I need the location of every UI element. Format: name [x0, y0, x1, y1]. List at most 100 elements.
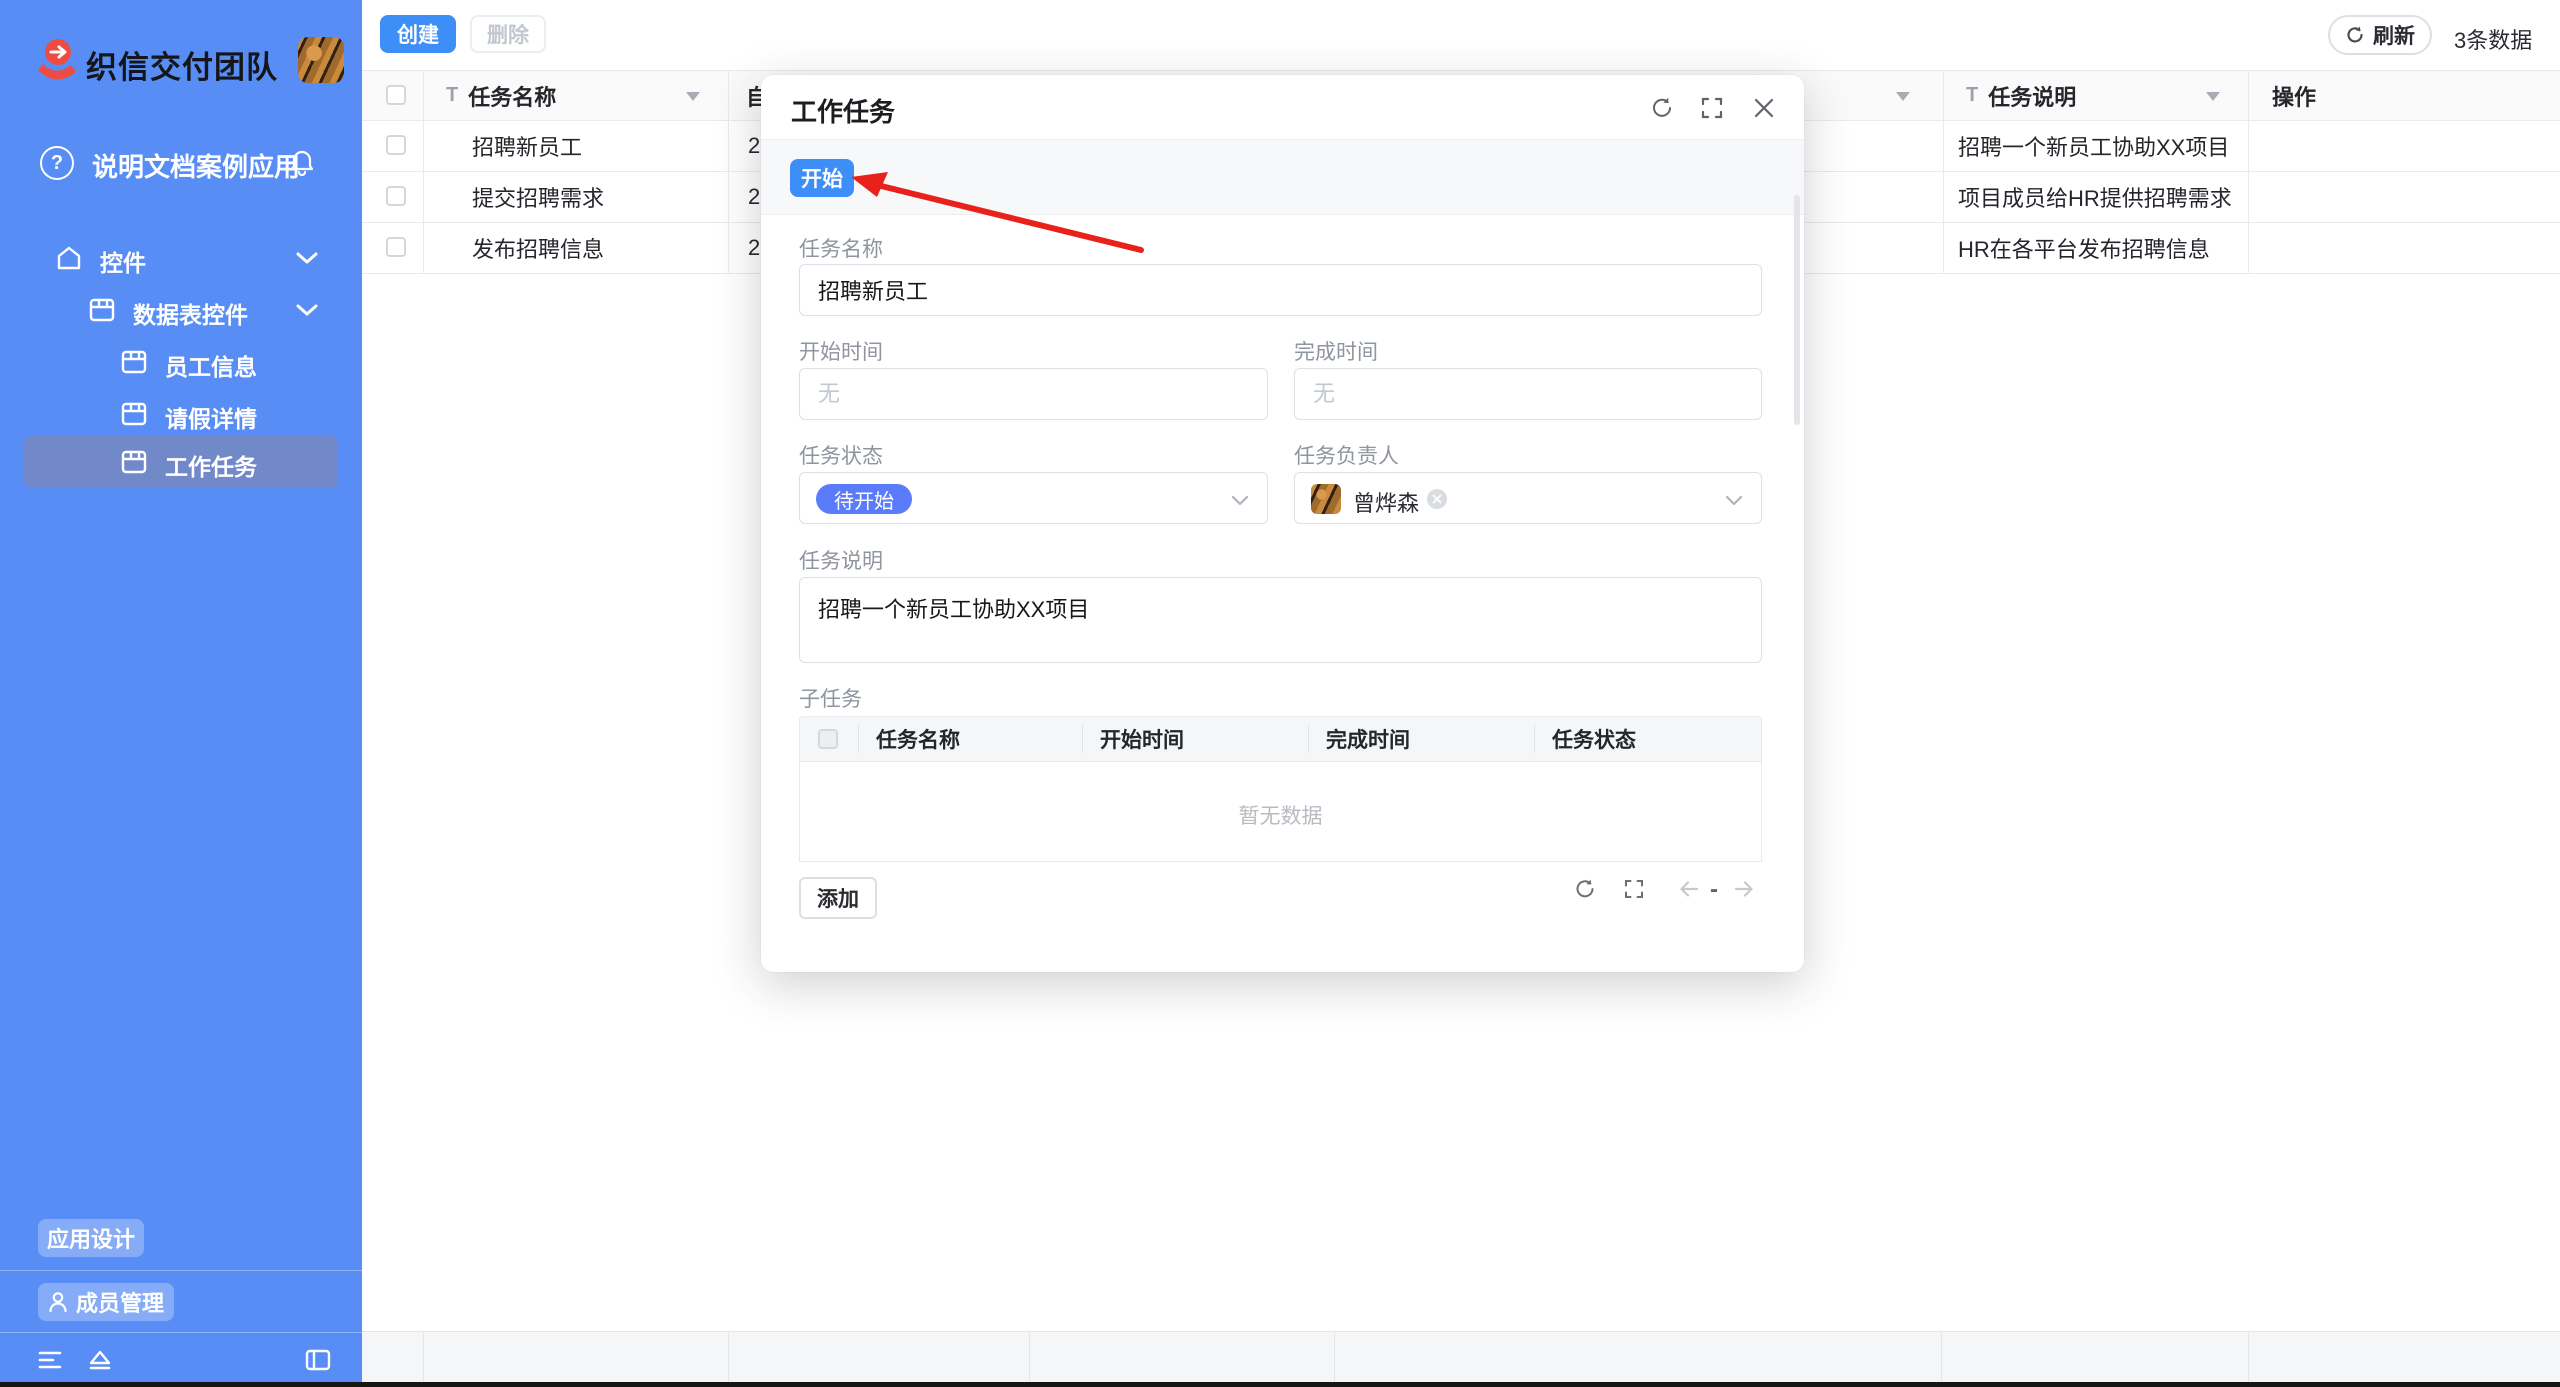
- refresh-icon[interactable]: [1573, 877, 1597, 901]
- modal-header: 工作任务: [761, 75, 1804, 140]
- help-icon: ?: [40, 146, 74, 180]
- modal-scrollbar[interactable]: [1794, 195, 1800, 425]
- description-textarea[interactable]: 招聘一个新员工协助XX项目: [799, 577, 1762, 663]
- add-label: 添加: [817, 883, 859, 913]
- refresh-icon: [2345, 25, 2365, 45]
- modal-toolbar: 开始: [761, 140, 1804, 215]
- column-header-actions: 操作: [2272, 71, 2316, 120]
- subtask-select-all-checkbox[interactable]: [818, 729, 838, 749]
- cell-hidden-fragment: 2: [748, 223, 760, 273]
- refresh-button[interactable]: 刷新: [2328, 15, 2432, 55]
- table-icon: [120, 349, 148, 375]
- column-header-description[interactable]: T 任务说明: [1966, 71, 2076, 120]
- next-page-icon[interactable]: [1732, 877, 1756, 901]
- column-menu-icon[interactable]: [2206, 92, 2220, 101]
- status-label: 任务状态: [799, 440, 883, 470]
- divider: [728, 71, 729, 120]
- member-management-label: 成员管理: [76, 1286, 164, 1318]
- owner-avatar: [1311, 484, 1341, 514]
- subtask-column-finish: 完成时间: [1326, 717, 1410, 761]
- column-label: 操作: [2272, 80, 2316, 112]
- sidebar-item-employee-info[interactable]: 员工信息: [0, 336, 362, 388]
- menu-icon[interactable]: [36, 1348, 64, 1372]
- subtasks-label: 子任务: [799, 683, 862, 713]
- owner-label: 任务负责人: [1294, 440, 1399, 470]
- fullscreen-icon[interactable]: [1622, 877, 1646, 901]
- cell-description: 项目成员给HR提供招聘需求: [1958, 172, 2232, 222]
- create-button[interactable]: 创建: [380, 15, 456, 53]
- divider: [1943, 71, 1944, 120]
- delete-label: 删除: [487, 19, 529, 49]
- table-icon: [120, 401, 148, 427]
- sidebar-item-label: 控件: [100, 244, 146, 278]
- member-management-button[interactable]: 成员管理: [38, 1283, 174, 1321]
- chevron-down-icon: [1231, 495, 1249, 506]
- delete-button[interactable]: 删除: [470, 15, 546, 53]
- table-icon: [120, 449, 148, 475]
- row-checkbox[interactable]: [386, 135, 406, 155]
- start-button[interactable]: 开始: [790, 159, 854, 197]
- finish-time-input[interactable]: [1294, 368, 1762, 420]
- app-title-row[interactable]: ? 说明文档案例应用: [40, 140, 340, 186]
- work-task-modal: 工作任务 开始 任务名称 开始时间 完成时间: [761, 75, 1804, 972]
- cell-task-name: 发布招聘信息: [472, 223, 604, 273]
- subtask-column-name: 任务名称: [876, 717, 960, 761]
- text-type-icon: T: [446, 84, 458, 107]
- notifications-icon[interactable]: [288, 148, 316, 176]
- row-checkbox[interactable]: [386, 186, 406, 206]
- owner-select[interactable]: 曾烨森: [1294, 472, 1762, 524]
- eject-icon[interactable]: [86, 1348, 114, 1372]
- remove-owner-icon[interactable]: [1427, 489, 1447, 509]
- app-design-button[interactable]: 应用设计: [38, 1219, 144, 1257]
- column-label: 任务说明: [1988, 80, 2076, 112]
- page-indicator: -: [1710, 876, 1718, 904]
- task-name-input[interactable]: [799, 264, 1762, 316]
- record-count: 3条数据: [2454, 23, 2532, 55]
- refresh-icon[interactable]: [1649, 95, 1675, 121]
- sidebar-item-work-tasks-active[interactable]: 工作任务: [24, 436, 338, 488]
- subtask-table-body: 暂无数据: [799, 762, 1762, 862]
- refresh-label: 刷新: [2373, 20, 2415, 50]
- owner-name: 曾烨森: [1353, 486, 1419, 518]
- chevron-down-icon: [1725, 495, 1743, 506]
- table-icon: [88, 297, 116, 323]
- user-avatar[interactable]: [298, 37, 344, 83]
- column-header-task-name[interactable]: T 任务名称: [446, 71, 556, 120]
- sidebar-item-label: 请假详情: [165, 400, 257, 434]
- prev-page-icon[interactable]: [1677, 877, 1701, 901]
- team-name: 织信交付团队: [86, 42, 278, 87]
- chevron-down-icon: [296, 252, 318, 265]
- sidebar: 织信交付团队 ? 说明文档案例应用 控件: [0, 0, 362, 1387]
- cell-description: 招聘一个新员工协助XX项目: [1958, 121, 2229, 171]
- cell-task-name: 招聘新员工: [472, 121, 582, 171]
- sidebar-item-leave-details[interactable]: 请假详情: [0, 388, 362, 440]
- subtask-column-status: 任务状态: [1552, 717, 1636, 761]
- description-label: 任务说明: [799, 545, 883, 575]
- sidebar-item-controls[interactable]: 控件: [0, 232, 362, 284]
- cell-hidden-fragment: 2: [748, 172, 760, 222]
- sidebar-item-label: 员工信息: [165, 348, 257, 382]
- select-all-checkbox[interactable]: [386, 85, 406, 105]
- add-subtask-button[interactable]: 添加: [799, 877, 877, 919]
- sidebar-item-label: 工作任务: [165, 448, 257, 482]
- create-label: 创建: [397, 19, 439, 49]
- sidebar-item-datatable-controls[interactable]: 数据表控件: [0, 284, 362, 336]
- row-checkbox[interactable]: [386, 237, 406, 257]
- home-icon: [55, 245, 83, 271]
- table-summary-row: [362, 1331, 2560, 1382]
- status-select[interactable]: 待开始: [799, 472, 1268, 524]
- column-menu-icon[interactable]: [686, 92, 700, 101]
- divider: [0, 1332, 362, 1333]
- start-time-input[interactable]: [799, 368, 1268, 420]
- close-icon[interactable]: [1751, 95, 1777, 121]
- finish-time-label: 完成时间: [1294, 336, 1378, 366]
- app-window: 织信交付团队 ? 说明文档案例应用 控件: [0, 0, 2560, 1387]
- start-label: 开始: [801, 163, 843, 193]
- cell-hidden-fragment: 2: [748, 121, 760, 171]
- text-type-icon: T: [1966, 84, 1978, 107]
- sidebar-item-label: 数据表控件: [133, 296, 248, 330]
- app-design-label: 应用设计: [47, 1222, 135, 1254]
- column-menu-icon[interactable]: [1896, 92, 1910, 101]
- collapse-panel-icon[interactable]: [304, 1348, 332, 1372]
- fullscreen-icon[interactable]: [1699, 95, 1725, 121]
